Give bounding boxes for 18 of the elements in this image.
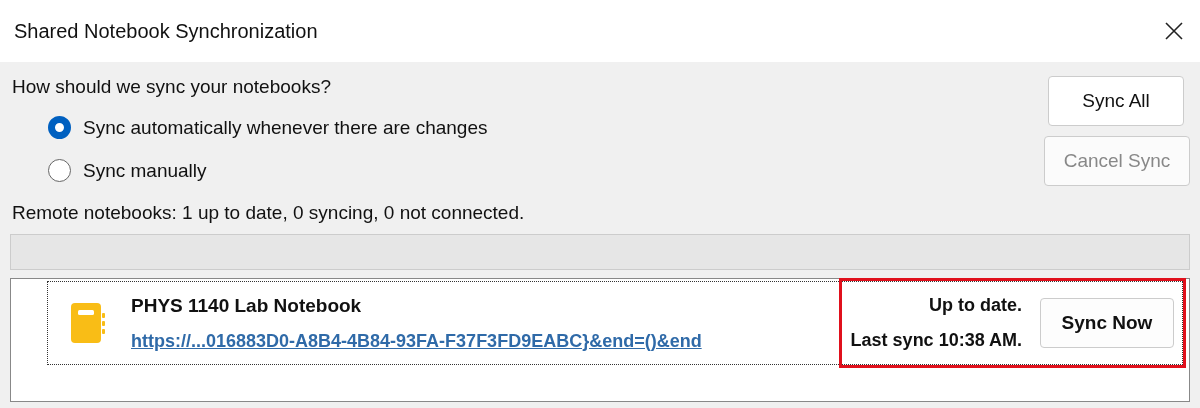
radio-option[interactable]: Sync automatically whenever there are changes: [48, 116, 525, 139]
status-text: Up to date.: [929, 295, 1022, 316]
notebook-name: PHYS 1140 Lab Notebook: [131, 294, 363, 317]
notebook-link[interactable]: https://...016883D0-A8B4-4B84-93FA-F37F3FD9EABC}&end=()&end: [131, 330, 841, 352]
close-icon[interactable]: [1164, 21, 1184, 41]
notebook-row[interactable]: PHYS 1140 Lab Notebook https://...016883D0-A8B4-4B84-93FA-F37F3FD9EABC}&end=()&end Up to date. Last sync 10:38 AM. Sync Now: [47, 281, 1183, 365]
option-label: Sync manually: [83, 159, 207, 182]
sync-now-button[interactable]: Sync Now: [1040, 298, 1174, 348]
question-text: How should we sync your notebooks?: [11, 76, 332, 98]
radio-option[interactable]: Sync manually: [48, 159, 525, 182]
summary-text: Remote notebooks: 1 up to date, 0 syncing, 0 not connected.: [11, 202, 525, 224]
option-label: Sync automatically whenever there are changes: [83, 116, 488, 139]
sync-all-button[interactable]: Sync All: [1048, 76, 1184, 126]
notebook-icon: [71, 303, 107, 343]
radio-button[interactable]: [48, 116, 71, 139]
window-title: Shared Notebook Synchronization: [14, 19, 318, 43]
last-sync-text: Last sync 10:38 AM.: [850, 330, 1022, 351]
radio-button[interactable]: [48, 159, 71, 182]
